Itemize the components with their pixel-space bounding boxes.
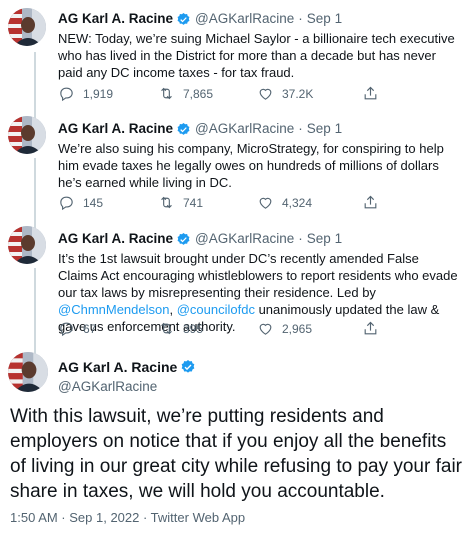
like-button[interactable]: 4,324 <box>257 194 362 211</box>
tweet-actions: 1,919 7,865 37.2K <box>58 85 379 102</box>
tweet-date[interactable]: Sep 1 <box>307 230 342 248</box>
share-button[interactable] <box>362 320 379 337</box>
avatar-image <box>8 226 46 264</box>
avatar-image <box>8 116 46 154</box>
retweet-button[interactable]: 395 <box>158 320 257 337</box>
thread-line <box>34 220 36 226</box>
share-button[interactable] <box>362 194 379 211</box>
reply-icon <box>60 322 73 337</box>
reply-count: 1,919 <box>83 86 114 101</box>
avatar[interactable] <box>8 116 46 154</box>
author-name[interactable]: AG Karl A. Racine <box>58 10 173 28</box>
tweet-timestamp[interactable]: 1:50 AM · Sep 1, 2022 · Twitter Web App <box>10 510 245 526</box>
retweet-count: 741 <box>183 195 204 210</box>
avatar[interactable] <box>8 226 46 264</box>
share-icon <box>364 195 377 209</box>
author-handle[interactable]: @AGKarlRacine <box>195 120 294 138</box>
verified-badge-icon <box>181 360 195 373</box>
verified-badge-icon <box>177 232 190 245</box>
avatar[interactable] <box>8 8 46 46</box>
main-tweet-text: With this lawsuit, we’re putting residen… <box>10 406 462 502</box>
share-icon <box>364 86 377 100</box>
reply-icon <box>60 87 73 102</box>
tweet-text: NEW: Today, we’re suing Michael Saylor -… <box>58 31 455 80</box>
author-handle[interactable]: @AGKarlRacine <box>195 10 294 28</box>
author-handle[interactable]: @AGKarlRacine <box>195 230 294 248</box>
tweet-text: We’re also suing his company, MicroStrat… <box>58 141 444 190</box>
author-name[interactable]: AG Karl A. Racine <box>58 230 173 248</box>
like-count: 4,324 <box>282 195 313 210</box>
thread-line <box>34 268 36 358</box>
reply-button[interactable]: 1,919 <box>58 85 158 102</box>
tweet-header: AG Karl A. Racine @AGKarlRacine · Sep 1 <box>58 10 461 28</box>
like-icon <box>259 88 272 100</box>
retweet-icon <box>161 322 172 335</box>
thread-tweet-2[interactable]: AG Karl A. Racine @AGKarlRacine · Sep 1 … <box>0 108 471 231</box>
mention-link[interactable]: @ChmnMendelson <box>58 302 169 317</box>
like-count: 2,965 <box>282 321 313 336</box>
tweet-text-part: It’s the 1st lawsuit brought under DC’s … <box>58 251 458 300</box>
separator-dot: · <box>298 121 303 136</box>
tweet-date[interactable]: Sep 1 <box>307 10 342 28</box>
reply-count: 145 <box>83 195 104 210</box>
thread-line <box>34 348 36 352</box>
author-handle[interactable]: @AGKarlRacine <box>58 378 157 396</box>
tweet-thread: AG Karl A. Racine @AGKarlRacine · Sep 1 … <box>0 0 471 536</box>
reply-button[interactable]: 145 <box>58 194 158 211</box>
author-name[interactable]: AG Karl A. Racine <box>58 120 173 138</box>
retweet-button[interactable]: 741 <box>158 194 257 211</box>
verified-badge-icon <box>177 122 190 135</box>
avatar[interactable] <box>8 352 48 392</box>
reply-icon <box>60 196 73 211</box>
tweet-actions: 145 741 4,324 <box>58 194 379 211</box>
mention-link[interactable]: @councilofdc <box>177 302 255 317</box>
tweet-actions: 67 395 2,965 <box>58 320 379 337</box>
retweet-count: 7,865 <box>183 86 214 101</box>
retweet-icon <box>161 87 172 100</box>
tweet-text-part: , <box>169 302 177 317</box>
retweet-icon <box>161 196 172 209</box>
tweet-date[interactable]: Sep 1 <box>307 120 342 138</box>
separator-dot: · <box>298 11 303 26</box>
tweet-header: AG Karl A. Racine @AGKarlRacine · Sep 1 <box>58 120 461 138</box>
tweet-content: AG Karl A. Racine @AGKarlRacine · Sep 1 … <box>58 10 461 81</box>
thread-line <box>34 108 36 116</box>
retweet-button[interactable]: 7,865 <box>158 85 257 102</box>
main-author-name-row: AG Karl A. Racine <box>58 358 200 376</box>
retweet-count: 395 <box>183 321 204 336</box>
tweet-header: AG Karl A. Racine @AGKarlRacine · Sep 1 <box>58 230 461 248</box>
like-count: 37.2K <box>282 86 314 101</box>
reply-button[interactable]: 67 <box>58 320 158 337</box>
author-name[interactable]: AG Karl A. Racine <box>58 358 177 376</box>
verified-badge-icon <box>177 12 190 25</box>
like-button[interactable]: 37.2K <box>257 85 362 102</box>
avatar-image <box>8 352 48 392</box>
share-icon <box>364 321 377 335</box>
thread-tweet-1[interactable]: AG Karl A. Racine @AGKarlRacine · Sep 1 … <box>0 0 471 126</box>
like-button[interactable]: 2,965 <box>257 320 362 337</box>
reply-count: 67 <box>83 321 97 336</box>
separator-dot: · <box>298 231 303 246</box>
share-button[interactable] <box>362 85 379 102</box>
like-icon <box>259 197 272 209</box>
thread-tweet-3[interactable]: AG Karl A. Racine @AGKarlRacine · Sep 1 … <box>0 220 471 358</box>
like-icon <box>259 323 272 335</box>
tweet-content: AG Karl A. Racine @AGKarlRacine · Sep 1 … <box>58 120 461 191</box>
avatar-image <box>8 8 46 46</box>
